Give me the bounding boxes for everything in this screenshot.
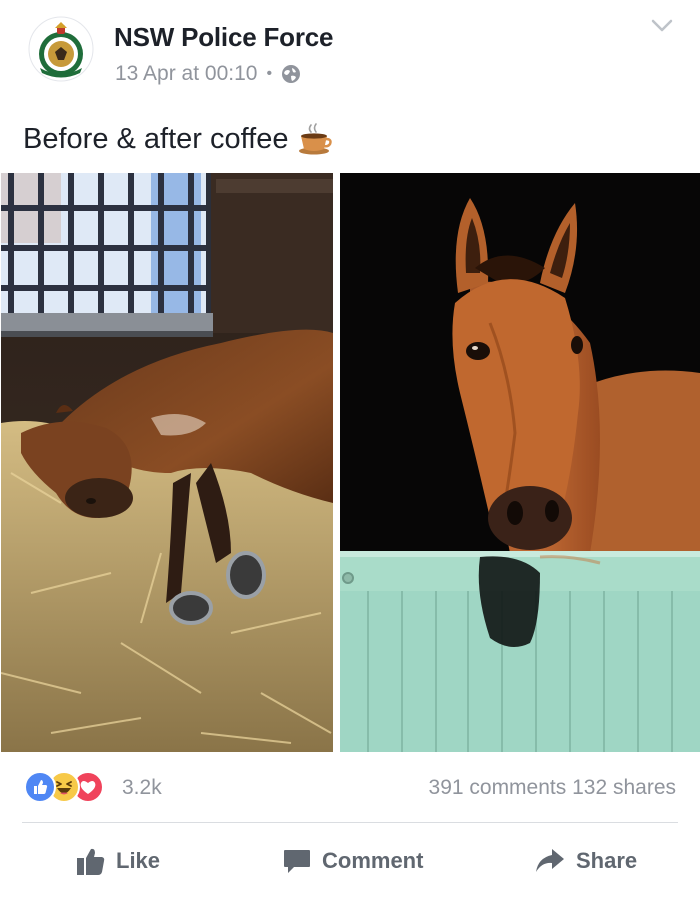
divider: [22, 822, 678, 823]
thumbs-up-icon: [77, 848, 105, 875]
globe-icon[interactable]: [281, 64, 301, 84]
page-name[interactable]: NSW Police Force: [114, 22, 334, 53]
post-meta: 13 Apr at 00:10 •: [115, 62, 301, 86]
comments-count[interactable]: 391 comments: [429, 776, 567, 799]
page-avatar[interactable]: [28, 16, 94, 82]
coffee-cup-emoji: [296, 121, 333, 157]
chevron-down-icon[interactable]: [651, 18, 673, 34]
comment-button[interactable]: Comment: [282, 836, 423, 886]
share-button[interactable]: Share: [534, 836, 637, 886]
post-timestamp[interactable]: 13 Apr at 00:10: [115, 62, 257, 86]
photo-before[interactable]: [1, 173, 333, 752]
post-message: Before & after coffee: [23, 122, 289, 155]
sleeping-horse-photo: [1, 173, 333, 752]
photo-after[interactable]: [340, 173, 700, 752]
comments-shares: 391 comments 132 shares: [429, 776, 676, 800]
like-reaction-icon: [24, 771, 56, 803]
post-stats: 3.2k 391 comments 132 shares: [0, 768, 700, 808]
comment-label: Comment: [322, 848, 424, 873]
meta-separator: •: [266, 65, 273, 82]
share-label: Share: [576, 848, 638, 873]
comment-bubble-icon: [284, 850, 310, 873]
reaction-count[interactable]: 3.2k: [122, 776, 162, 800]
like-button[interactable]: Like: [76, 836, 160, 886]
reactions-summary[interactable]: [24, 771, 120, 803]
shares-count[interactable]: 132 shares: [572, 776, 676, 799]
post-text: Before & after coffee: [23, 121, 333, 157]
share-arrow-icon: [536, 849, 564, 872]
police-badge-icon: [28, 16, 94, 82]
facebook-post: NSW Police Force 13 Apr at 00:10 • Befor…: [0, 0, 700, 899]
like-label: Like: [116, 848, 161, 873]
alert-horse-photo: [340, 173, 700, 752]
